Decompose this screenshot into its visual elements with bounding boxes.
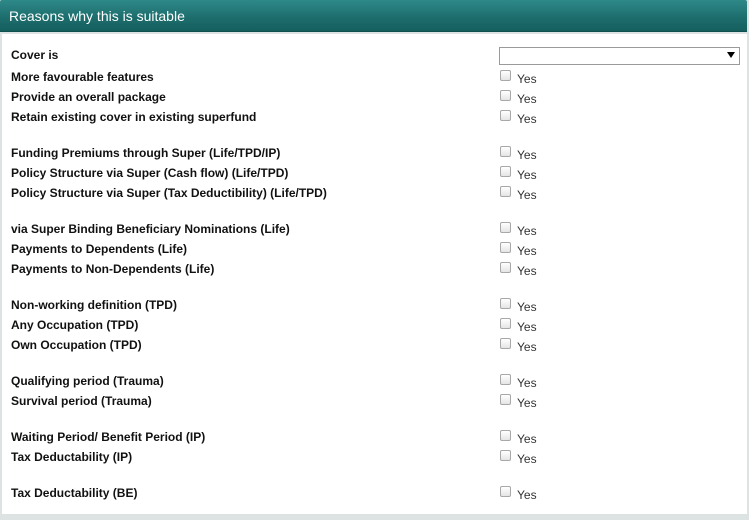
checkbox-cash-flow[interactable] bbox=[500, 166, 511, 177]
row-label-more-favourable-features: More favourable features bbox=[11, 70, 154, 84]
row-label-waiting-benefit-period: Waiting Period/ Benefit Period (IP) bbox=[11, 430, 206, 444]
checkbox-label-tax-deductability-ip: Yes bbox=[517, 452, 537, 466]
reasons-section: Reasons why this is suitable Cover is Mo… bbox=[0, 0, 749, 520]
checkbox-label-non-working-definition: Yes bbox=[517, 300, 537, 314]
checkbox-tax-deductability-be[interactable] bbox=[500, 486, 511, 497]
checkbox-qualifying-period[interactable] bbox=[500, 374, 511, 385]
checkbox-label-more-favourable-features: Yes bbox=[517, 72, 537, 86]
checkbox-label-qualifying-period: Yes bbox=[517, 376, 537, 390]
checkbox-funding-premiums[interactable] bbox=[500, 146, 511, 157]
row-label-non-working-definition: Non-working definition (TPD) bbox=[11, 298, 177, 312]
checkbox-label-cash-flow: Yes bbox=[517, 168, 537, 182]
checkbox-non-working-definition[interactable] bbox=[500, 298, 511, 309]
row-label-survival-period: Survival period (Trauma) bbox=[11, 394, 152, 408]
checkbox-label-funding-premiums: Yes bbox=[517, 148, 537, 162]
checkbox-label-waiting-benefit-period: Yes bbox=[517, 432, 537, 446]
checkbox-payments-dependents[interactable] bbox=[500, 242, 511, 253]
checkbox-label-payments-non-dependents: Yes bbox=[517, 264, 537, 278]
row-label-payments-dependents: Payments to Dependents (Life) bbox=[11, 242, 188, 256]
row-label-overall-package: Provide an overall package bbox=[11, 90, 166, 104]
row-label-tax-deductability-ip: Tax Deductability (IP) bbox=[11, 450, 133, 464]
row-label-any-occupation: Any Occupation (TPD) bbox=[11, 318, 139, 332]
checkbox-label-payments-dependents: Yes bbox=[517, 244, 537, 258]
row-label-binding-nominations: via Super Binding Beneficiary Nomination… bbox=[11, 222, 290, 236]
checkbox-label-retain-existing-cover: Yes bbox=[517, 112, 537, 126]
section-title: Reasons why this is suitable bbox=[9, 8, 185, 24]
checkbox-label-tax-deductibility-structure: Yes bbox=[517, 188, 537, 202]
reasons-form: Cover is More favourable features Yes Pr… bbox=[2, 34, 747, 514]
checkbox-label-own-occupation: Yes bbox=[517, 340, 537, 354]
checkbox-retain-existing-cover[interactable] bbox=[500, 110, 511, 121]
checkbox-tax-deductibility-structure[interactable] bbox=[500, 186, 511, 197]
row-label-tax-deductability-be: Tax Deductability (BE) bbox=[11, 486, 138, 500]
checkbox-waiting-benefit-period[interactable] bbox=[500, 430, 511, 441]
section-header: Reasons why this is suitable bbox=[0, 0, 747, 32]
row-label-own-occupation: Own Occupation (TPD) bbox=[11, 338, 142, 352]
checkbox-survival-period[interactable] bbox=[500, 394, 511, 405]
checkbox-any-occupation[interactable] bbox=[500, 318, 511, 329]
row-label-retain-existing-cover: Retain existing cover in existing superf… bbox=[11, 110, 257, 124]
row-label-tax-deductibility-structure: Policy Structure via Super (Tax Deductib… bbox=[11, 186, 327, 200]
cover-select[interactable] bbox=[499, 47, 740, 65]
cover-label: Cover is bbox=[11, 48, 59, 62]
checkbox-label-overall-package: Yes bbox=[517, 92, 537, 106]
row-label-payments-non-dependents: Payments to Non-Dependents (Life) bbox=[11, 262, 215, 276]
checkbox-payments-non-dependents[interactable] bbox=[500, 262, 511, 273]
checkbox-label-binding-nominations: Yes bbox=[517, 224, 537, 238]
checkbox-binding-nominations[interactable] bbox=[500, 222, 511, 233]
checkbox-label-survival-period: Yes bbox=[517, 396, 537, 410]
row-label-qualifying-period: Qualifying period (Trauma) bbox=[11, 374, 164, 388]
checkbox-overall-package[interactable] bbox=[500, 90, 511, 101]
checkbox-label-tax-deductability-be: Yes bbox=[517, 488, 537, 502]
checkbox-label-any-occupation: Yes bbox=[517, 320, 537, 334]
row-label-funding-premiums: Funding Premiums through Super (Life/TPD… bbox=[11, 146, 281, 160]
row-label-cash-flow: Policy Structure via Super (Cash flow) (… bbox=[11, 166, 289, 180]
checkbox-own-occupation[interactable] bbox=[500, 338, 511, 349]
chevron-down-icon bbox=[727, 52, 735, 58]
checkbox-more-favourable-features[interactable] bbox=[500, 70, 511, 81]
checkbox-tax-deductability-ip[interactable] bbox=[500, 450, 511, 461]
